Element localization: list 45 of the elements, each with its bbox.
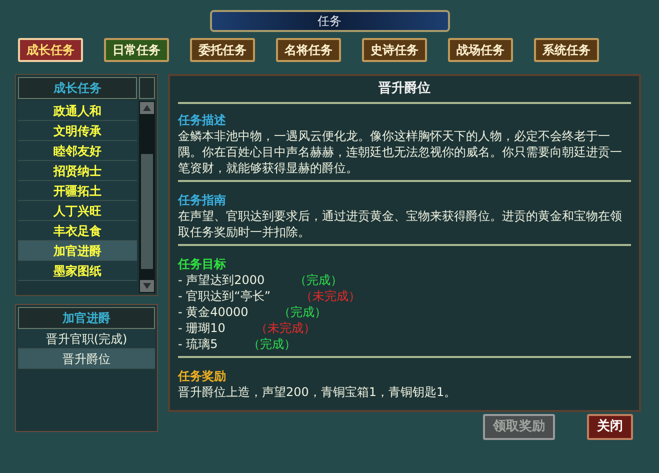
scrollbar[interactable]: [139, 101, 155, 293]
quest-title: 晋升爵位: [378, 80, 430, 98]
list-item[interactable]: 墨家图纸: [18, 261, 137, 281]
goal-status: （未完成）: [255, 320, 316, 336]
reward-text: 晋升爵位上造，声望200，青铜宝箱1，青铜钥匙1。: [178, 384, 458, 400]
section-heading: 任务目标: [178, 256, 227, 272]
list-item[interactable]: 晋升官职(完成): [18, 329, 155, 349]
tab[interactable]: 系统任务: [534, 38, 599, 62]
tab[interactable]: 委托任务: [190, 38, 255, 62]
tab[interactable]: 战场任务: [448, 38, 513, 62]
section-heading: 任务奖励: [178, 368, 227, 384]
goal-text: - 官职达到“亭长”: [178, 288, 271, 304]
section-heading: 任务指南: [178, 192, 227, 208]
list-item[interactable]: 文明传承: [18, 121, 137, 141]
tab[interactable]: 日常任务: [104, 38, 169, 62]
goal-text: - 声望达到2000: [178, 272, 265, 288]
goal-status: （完成）: [294, 272, 343, 288]
list-item[interactable]: 政通人和: [18, 101, 137, 121]
window-title: 任务: [210, 10, 450, 32]
panel-header: 成长任务: [18, 77, 137, 99]
list-item[interactable]: 人丁兴旺: [18, 201, 137, 221]
list-item[interactable]: 丰衣足食: [18, 221, 137, 241]
goal-text: - 琉璃5: [178, 336, 218, 352]
description-text: 金鳞本非池中物，一遇风云便化龙。像你这样胸怀天下的人物，必定不会终老于一隅。你在百姓心目中声名赫赫，连朝廷也无法忽视你的威名。你只需要向朝廷进贡一笔资财，就能够获得显赫的爵位。: [178, 128, 623, 176]
list-item[interactable]: 开疆拓土: [18, 181, 137, 201]
scroll-up-icon[interactable]: [140, 102, 154, 114]
list-item[interactable]: 招贤纳士: [18, 161, 137, 181]
guide-text: 在声望、官职达到要求后，通过进贡黄金、宝物来获得爵位。进贡的黄金和宝物在领取任务奖励时一并扣除。: [178, 208, 623, 240]
goal-text: - 珊瑚10: [178, 320, 226, 336]
list-item[interactable]: 晋升爵位: [18, 349, 155, 369]
scroll-down-icon[interactable]: [140, 280, 154, 292]
panel-header: 加官进爵: [18, 307, 155, 329]
list-item[interactable]: 睦邻友好: [18, 141, 137, 161]
section-heading: 任务描述: [178, 112, 227, 128]
list-item[interactable]: 加官进爵: [18, 241, 137, 261]
tab[interactable]: 名将任务: [276, 38, 341, 62]
tab[interactable]: 成长任务: [18, 38, 83, 62]
goal-text: - 黄金40000: [178, 304, 248, 320]
goal-status: （未完成）: [300, 288, 361, 304]
close-button[interactable]: 关闭: [587, 414, 633, 440]
scroll-thumb[interactable]: [141, 154, 153, 269]
header-slot: [139, 77, 155, 99]
tab[interactable]: 史诗任务: [362, 38, 427, 62]
goal-status: （完成）: [248, 336, 296, 352]
goal-status: （完成）: [278, 304, 326, 320]
